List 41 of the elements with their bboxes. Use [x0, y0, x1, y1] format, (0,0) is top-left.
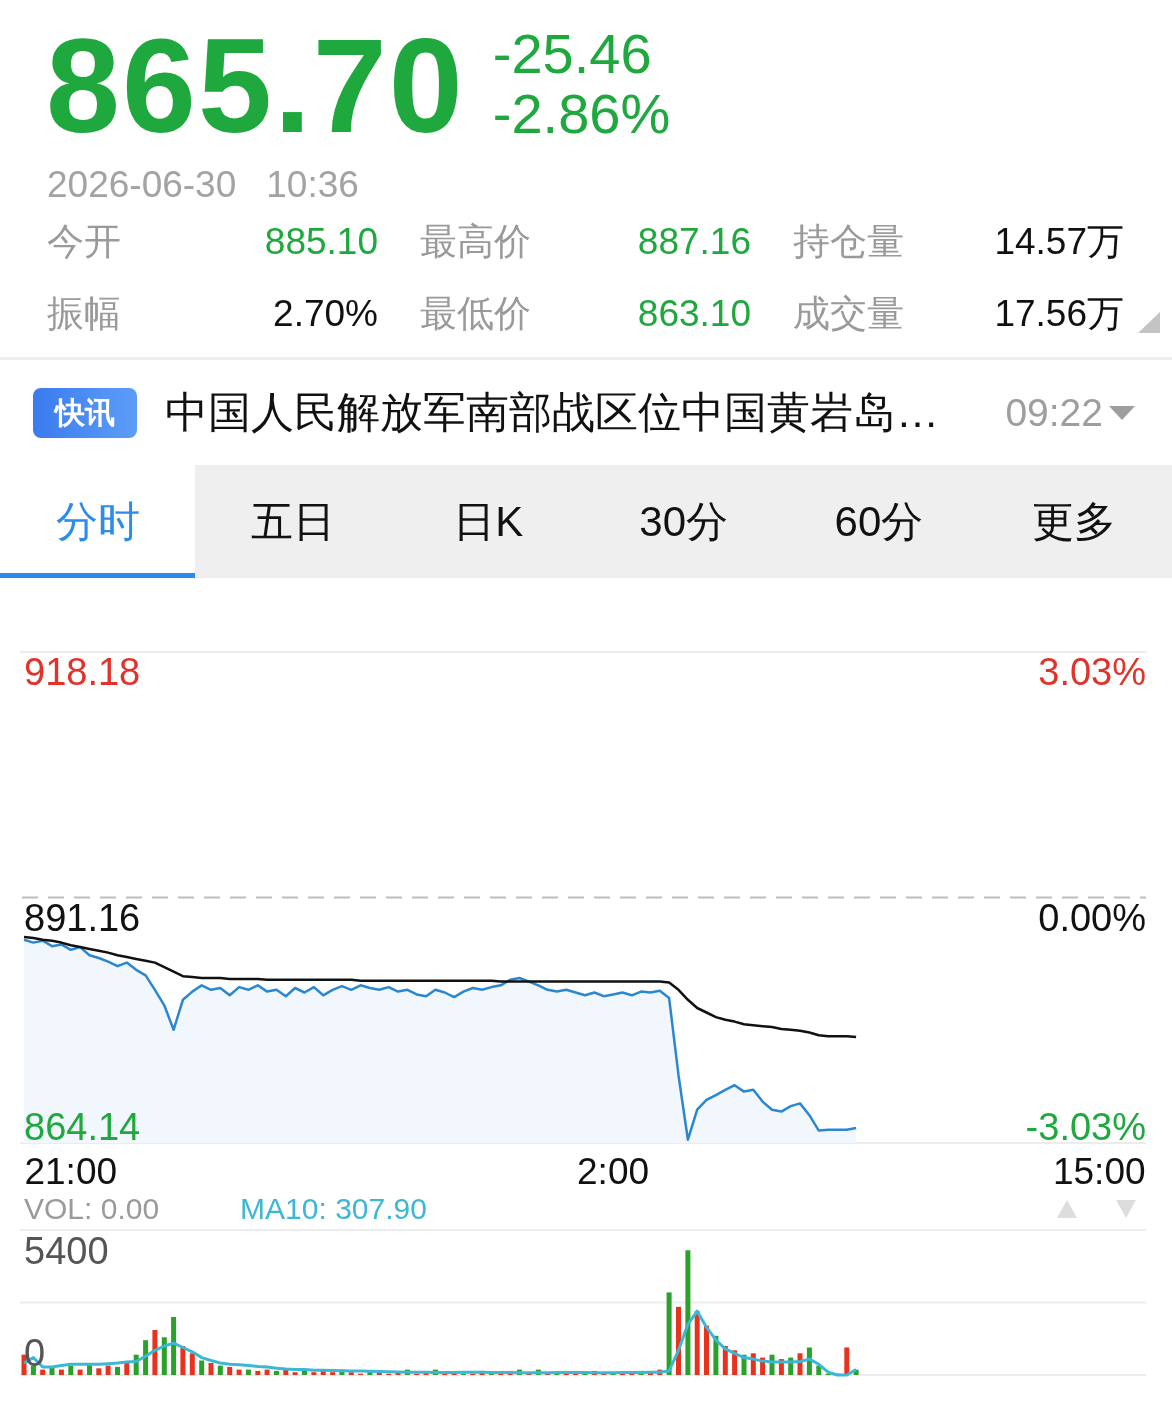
- news-time: 09:22: [1005, 393, 1103, 432]
- corner-triangle-icon[interactable]: [1138, 312, 1160, 333]
- quote-date: 2026-06-30: [47, 166, 237, 203]
- stat-label: 持仓量: [793, 223, 904, 260]
- stat-label: 振幅: [47, 295, 121, 332]
- stat-value: 2.70%: [273, 295, 378, 332]
- stat-label: 成交量: [793, 295, 904, 332]
- percent-axis-label: 3.03%: [1038, 656, 1146, 688]
- time-axis-label: 2:00: [577, 1156, 650, 1188]
- stat-label: 今开: [47, 223, 121, 260]
- stat-value: 863.10: [637, 295, 751, 332]
- price-axis-label: 864.14: [24, 1111, 141, 1143]
- volume-label: VOL: 0.00: [24, 1194, 160, 1224]
- triangle-up-icon[interactable]: [1057, 1200, 1077, 1218]
- ma10-label: MA10: 307.90: [240, 1194, 427, 1224]
- stat-value: 14.57万: [994, 223, 1124, 260]
- chart-tab[interactable]: 五日: [195, 465, 391, 578]
- volume-axis-label: 5400: [24, 1235, 109, 1267]
- price-change: -25.46: [492, 24, 652, 84]
- caret-down-icon[interactable]: [1109, 405, 1135, 420]
- chart-tab[interactable]: 更多: [976, 465, 1172, 578]
- percent-change: -2.86%: [492, 84, 671, 144]
- news-badge: 快讯: [33, 387, 137, 438]
- chart-tab[interactable]: 60分: [781, 465, 977, 578]
- stat-value: 17.56万: [994, 295, 1124, 332]
- price-axis-label: 918.18: [24, 656, 141, 688]
- stat-label: 最高价: [420, 223, 531, 260]
- last-price: 865.70: [46, 20, 465, 153]
- time-axis-label: 15:00: [1052, 1156, 1146, 1188]
- chart-tab[interactable]: 日K: [390, 465, 586, 578]
- time-axis-label: 21:00: [24, 1156, 118, 1188]
- price-axis-label: 891.16: [24, 901, 141, 934]
- stat-label: 最低价: [420, 295, 531, 332]
- percent-axis-label: 0.00%: [1038, 901, 1146, 934]
- quote-time: 10:36: [266, 166, 359, 203]
- triangle-down-icon[interactable]: [1116, 1200, 1136, 1218]
- chart-tab[interactable]: 30分: [586, 465, 782, 578]
- percent-axis-label: -3.03%: [1025, 1111, 1146, 1143]
- stat-value: 885.10: [264, 223, 378, 260]
- news-headline[interactable]: 中国人民解放军南部战区位中国黄岩岛…: [165, 391, 939, 434]
- stat-value: 887.16: [637, 223, 751, 260]
